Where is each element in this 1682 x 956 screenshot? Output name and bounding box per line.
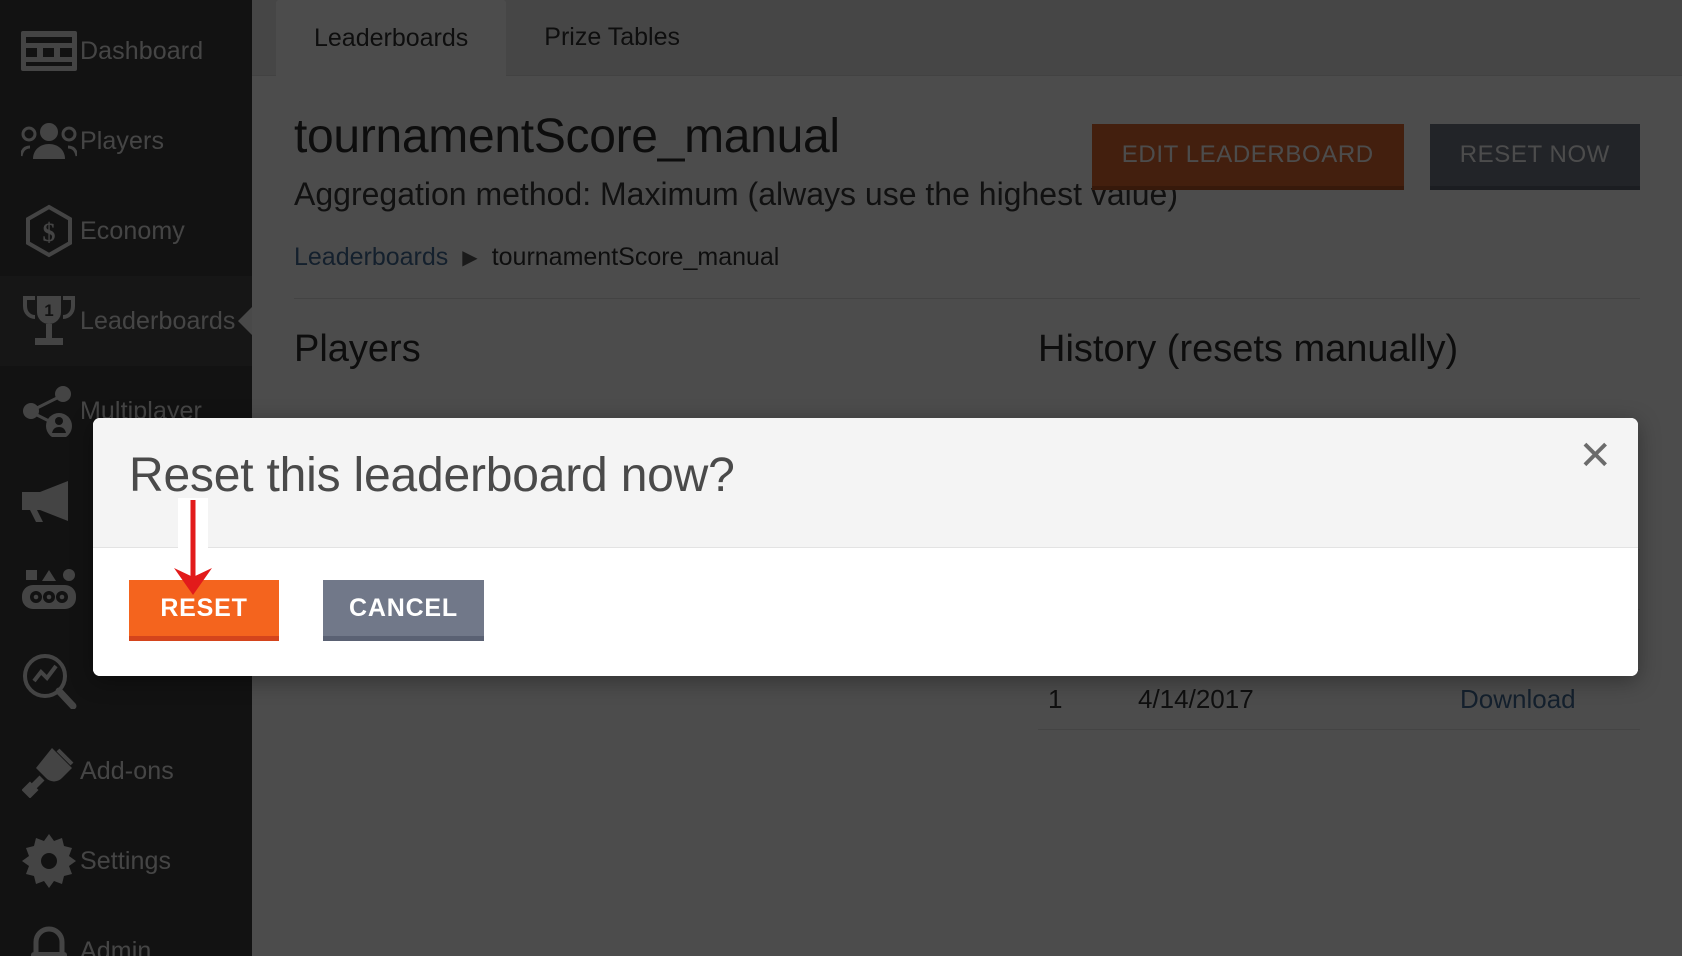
sidebar-item-leaderboards[interactable]: 1 Leaderboards [0,276,252,366]
lock-icon [18,926,80,956]
sidebar-item-label: Players [80,126,165,155]
divider [294,297,1640,299]
tab-prize-tables[interactable]: Prize Tables [506,0,718,75]
annotation-arrow-icon [174,500,212,595]
players-panel-heading: Players [294,327,421,370]
chevron-right-icon: ▶ [462,246,478,269]
sidebar-item-settings[interactable]: Settings [0,816,252,906]
plug-icon [18,744,80,798]
analytics-icon [18,653,80,709]
breadcrumb-current: tournamentScore_manual [491,242,780,271]
sidebar-item-add-ons[interactable]: Add-ons [0,726,252,816]
page-title: tournamentScore_manual [294,110,840,163]
economy-icon: $ [18,204,80,258]
gear-icon [18,834,80,888]
breadcrumb: Leaderboards ▶ tournamentScore_manual [294,243,1640,272]
breadcrumb-link-leaderboards[interactable]: Leaderboards [294,243,448,272]
tab-bar: Leaderboards Prize Tables [252,0,1682,76]
reset-now-button[interactable]: RESET NOW [1429,124,1640,186]
sidebar-item-label: Admin [80,936,152,956]
aggregation-method-text: Aggregation method: Maximum (always use … [294,175,1178,212]
sidebar-item-dashboard[interactable]: Dashboard [0,6,252,96]
svg-text:$: $ [43,218,56,247]
megaphone-icon [18,479,80,523]
tab-label: Leaderboards [314,23,469,52]
sidebar-item-label: Add-ons [80,756,174,785]
tab-leaderboards[interactable]: Leaderboards [276,0,507,76]
header-actions: EDIT LEADERBOARD RESET NOW [1091,110,1640,186]
history-row-date: 4/14/2017 [1128,669,1450,731]
header-row: tournamentScore_manual Aggregation metho… [294,110,1640,213]
sidebar-item-label: Dashboard [80,36,204,65]
reset-leaderboard-dialog: ✕ Reset this leaderboard now? RESET CANC… [93,418,1638,676]
history-panel-heading: History (resets manually) [1038,327,1459,370]
players-icon [18,123,80,159]
dialog-footer: RESET CANCEL [93,548,1638,676]
tab-label: Prize Tables [544,22,681,51]
sidebar-item-admin[interactable]: Admin [0,906,252,956]
edit-leaderboard-button[interactable]: EDIT LEADERBOARD [1091,124,1404,186]
header-text-block: tournamentScore_manual Aggregation metho… [294,110,1178,213]
gamepad-icon [18,568,80,614]
table-row[interactable]: 1 4/14/2017 Download [1038,669,1640,731]
sidebar-item-label: Leaderboards [80,306,236,335]
trophy-icon: 1 [18,294,80,348]
history-row-index: 1 [1038,669,1128,731]
sidebar-item-label: Settings [80,846,172,875]
app-root: Dashboard Players $ Economy 1 Leaderboar… [0,0,1682,956]
history-row-download-link[interactable]: Download [1450,669,1640,731]
sidebar-item-economy[interactable]: $ Economy [0,186,252,276]
sidebar-item-players[interactable]: Players [0,96,252,186]
close-icon[interactable]: ✕ [1578,436,1612,476]
svg-text:1: 1 [44,301,53,320]
dialog-title: Reset this leaderboard now? [129,449,735,502]
dashboard-icon [18,31,80,71]
sidebar-item-label: Economy [80,216,185,245]
multiplayer-icon [18,385,80,437]
dialog-header: ✕ Reset this leaderboard now? [93,418,1638,548]
cancel-button[interactable]: CANCEL [323,580,484,636]
